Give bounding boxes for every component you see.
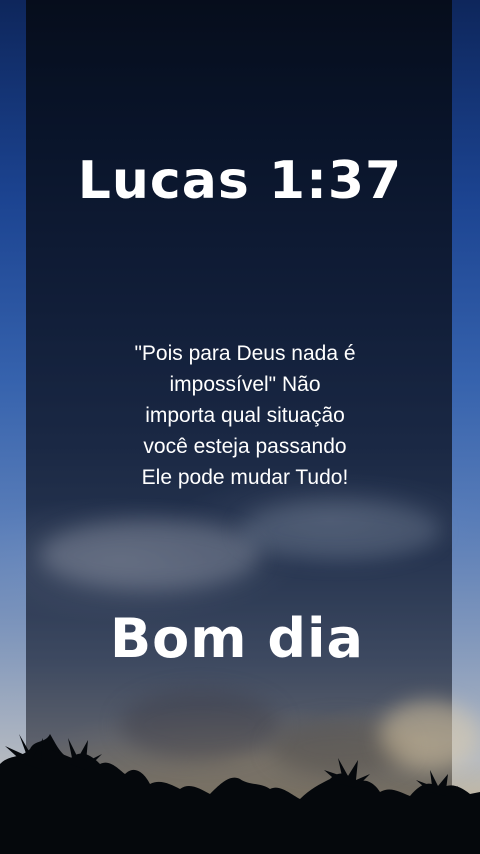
cloud: [40, 520, 260, 590]
quote-line: Ele pode mudar Tudo!: [141, 466, 349, 489]
quote-line: impossível" Não: [169, 373, 321, 396]
bible-verse-reference: Lucas 1:37: [77, 151, 403, 211]
quote-line: "Pois para Deus nada é: [134, 342, 356, 365]
quote-line: você esteja passando: [143, 435, 347, 458]
quote-line: importa qual situação: [145, 404, 345, 427]
cloud: [240, 500, 440, 560]
verse-quote: "Pois para Deus nada é impossível" Não i…: [120, 338, 370, 493]
palm-trees-silhouette: [0, 734, 480, 854]
story-canvas: Lucas 1:37 "Pois para Deus nada é imposs…: [0, 0, 480, 854]
greeting-text: Bom dia: [110, 607, 364, 670]
